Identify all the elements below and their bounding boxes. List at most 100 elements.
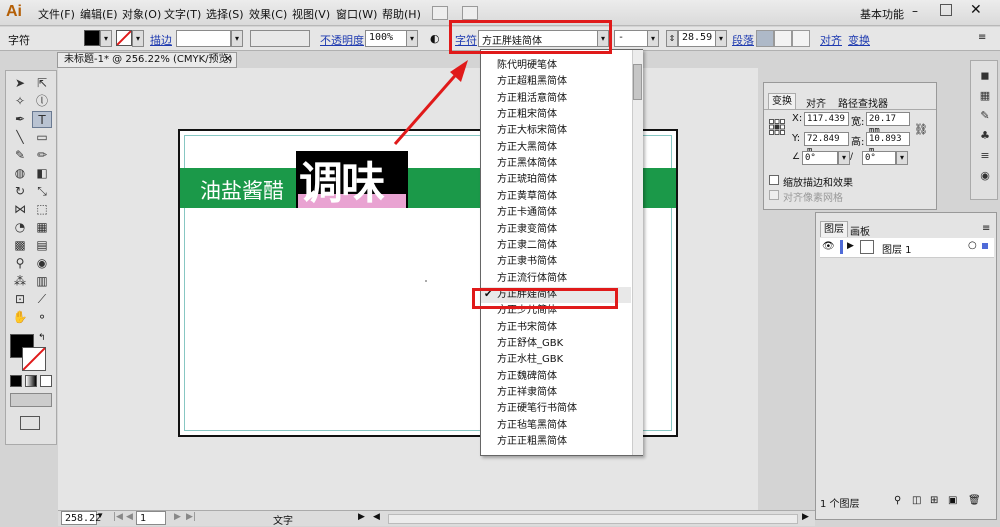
bridge-icon[interactable] xyxy=(432,6,448,20)
zoom-dropdown-icon[interactable]: ▾ xyxy=(98,511,103,521)
magic-wand-tool-icon[interactable]: ✧ xyxy=(10,93,30,110)
layers-menu-icon[interactable]: ≡ xyxy=(982,223,990,234)
visibility-eye-icon[interactable]: 👁 xyxy=(822,241,835,252)
align-right-button[interactable] xyxy=(792,30,810,47)
font-item[interactable]: 方正流行体简体 xyxy=(481,271,631,287)
stroke-panel-icon[interactable]: ≡ xyxy=(977,149,993,163)
clipping-mask-icon[interactable]: ◫ xyxy=(912,495,921,506)
font-list-scrollbar[interactable] xyxy=(632,50,643,455)
constrain-proportions-icon[interactable]: ⛓ xyxy=(914,123,928,136)
stroke-weight-field[interactable] xyxy=(176,30,231,47)
next-artboard-icon[interactable]: ▶ xyxy=(174,512,181,522)
eyedropper-tool-icon[interactable]: ⚲ xyxy=(10,255,30,272)
font-item[interactable]: 方正超粗黑简体 xyxy=(481,74,631,90)
font-item[interactable]: 方正黑体简体 xyxy=(481,156,631,172)
stroke-color-box[interactable] xyxy=(22,347,46,371)
paintbrush-tool-icon[interactable]: ✎ xyxy=(10,147,30,164)
reference-point-icon[interactable] xyxy=(769,119,785,135)
zoom-field[interactable]: 258.22 xyxy=(61,511,101,525)
stroke-weight-dropdown[interactable]: ▾ xyxy=(231,30,243,47)
column-graph-tool-icon[interactable]: ▥ xyxy=(32,273,52,290)
font-item[interactable]: 方正粗活意简体 xyxy=(481,91,631,107)
transform-link[interactable]: 变换 xyxy=(848,32,870,48)
fill-dropdown[interactable]: ▾ xyxy=(100,30,112,47)
font-item[interactable]: 方正毡笔黑简体 xyxy=(481,418,631,434)
font-style-field[interactable]: - xyxy=(614,30,648,47)
rotate-field[interactable]: 0° xyxy=(802,151,838,165)
menu-object[interactable]: 对象(O) xyxy=(122,6,161,22)
tab-align[interactable]: 对齐 xyxy=(806,95,826,110)
title-text[interactable]: 调味 xyxy=(299,147,385,211)
x-field[interactable]: 117.439 xyxy=(804,112,849,126)
first-artboard-icon[interactable]: |◀ xyxy=(113,512,123,522)
arrange-documents-icon[interactable] xyxy=(462,6,478,20)
align-link[interactable]: 对齐 xyxy=(820,32,842,48)
artboard-tool-icon[interactable]: ⊡ xyxy=(10,291,30,308)
layer-row[interactable]: 👁 ▶ 图层 1 ○ xyxy=(820,238,994,258)
tab-layers[interactable]: 图层 xyxy=(820,221,848,237)
rotate-tool-icon[interactable]: ↻ xyxy=(10,183,30,200)
font-item[interactable]: 方正隶变简体 xyxy=(481,222,631,238)
font-size-stepper[interactable]: ⇕ xyxy=(666,30,678,47)
font-item[interactable]: 方正琥珀简体 xyxy=(481,172,631,188)
pen-tool-icon[interactable]: ✒ xyxy=(10,111,30,128)
drawing-modes-icon[interactable] xyxy=(10,393,52,407)
status-menu-icon[interactable]: ▶ xyxy=(358,512,365,522)
font-item[interactable]: 方正书宋简体 xyxy=(481,320,631,336)
font-item[interactable]: 陈代明硬笔体 xyxy=(481,58,631,74)
align-pixel-checkbox[interactable] xyxy=(769,190,779,200)
menu-window[interactable]: 窗口(W) xyxy=(336,6,377,22)
font-item[interactable]: 方正隶二简体 xyxy=(481,238,631,254)
menu-view[interactable]: 视图(V) xyxy=(292,6,330,22)
new-sublayer-icon[interactable]: ⊞ xyxy=(930,495,938,506)
blend-tool-icon[interactable]: ◉ xyxy=(32,255,52,272)
tab-pathfinder[interactable]: 路径查找器 xyxy=(838,95,888,110)
swap-colors-icon[interactable]: ↰ xyxy=(38,333,46,343)
shear-field[interactable]: 0° xyxy=(862,151,896,165)
free-transform-tool-icon[interactable]: ⬚ xyxy=(32,201,52,218)
eraser-tool-icon[interactable]: ◧ xyxy=(32,165,52,182)
label-text[interactable]: 油盐酱醋 xyxy=(200,175,284,205)
screen-mode-icon[interactable] xyxy=(20,416,40,430)
delete-layer-icon[interactable]: 🗑 xyxy=(968,495,981,506)
height-field[interactable]: 10.893 m xyxy=(866,132,910,156)
appearance-panel-icon[interactable]: ◉ xyxy=(977,169,993,183)
stroke-link[interactable]: 描边 xyxy=(150,32,172,48)
paragraph-link[interactable]: 段落 xyxy=(732,32,754,48)
shape-builder-tool-icon[interactable]: ◔ xyxy=(10,219,30,236)
document-tab[interactable]: 未标题-1* @ 256.22% (CMYK/预览) ✕ xyxy=(57,52,237,68)
menu-effect[interactable]: 效果(C) xyxy=(249,6,287,22)
minimize-icon[interactable]: – xyxy=(912,4,918,18)
shear-dropdown[interactable]: ▾ xyxy=(896,151,908,165)
stroke-dropdown[interactable]: ▾ xyxy=(132,30,144,47)
none-mode-icon[interactable] xyxy=(40,375,52,387)
expand-layer-icon[interactable]: ▶ xyxy=(847,241,854,251)
workspace-switcher[interactable]: 基本功能 xyxy=(860,6,904,22)
recolor-icon[interactable]: ◐ xyxy=(430,32,440,45)
selection-tool-icon[interactable]: ➤ xyxy=(10,75,30,92)
artboard-number-field[interactable]: 1 xyxy=(136,511,166,525)
font-item[interactable]: 方正黄草简体 xyxy=(481,189,631,205)
rotate-dropdown[interactable]: ▾ xyxy=(838,151,850,165)
hand-tool-icon[interactable]: ✋ xyxy=(10,309,30,326)
font-item[interactable]: 方正水柱_GBK xyxy=(481,352,631,368)
menu-edit[interactable]: 编辑(E) xyxy=(80,6,118,22)
previous-artboard-icon[interactable]: ◀ xyxy=(126,512,133,522)
panel-menu-icon[interactable]: ≡ xyxy=(978,32,986,43)
font-item[interactable]: 方正正粗黑简体 xyxy=(481,434,631,450)
color-panel-icon[interactable]: ◼ xyxy=(977,69,993,83)
target-icon[interactable]: ○ xyxy=(968,240,977,251)
line-tool-icon[interactable]: ╲ xyxy=(10,129,30,146)
align-left-button[interactable] xyxy=(756,30,774,47)
color-guide-icon[interactable]: ▦ xyxy=(977,89,993,103)
type-tool-icon[interactable]: T xyxy=(32,111,52,128)
width-field[interactable]: 20.17 mm xyxy=(866,112,910,136)
font-item[interactable]: 方正魏碑简体 xyxy=(481,369,631,385)
selection-indicator-icon[interactable] xyxy=(982,243,988,249)
last-artboard-icon[interactable]: ▶| xyxy=(186,512,196,522)
scale-tool-icon[interactable]: ⤡ xyxy=(32,183,52,200)
lasso-tool-icon[interactable]: ⓛ xyxy=(32,93,52,110)
font-style-dropdown[interactable]: ▾ xyxy=(647,30,659,47)
variable-width-field[interactable] xyxy=(250,30,310,47)
perspective-grid-tool-icon[interactable]: ▦ xyxy=(32,219,52,236)
